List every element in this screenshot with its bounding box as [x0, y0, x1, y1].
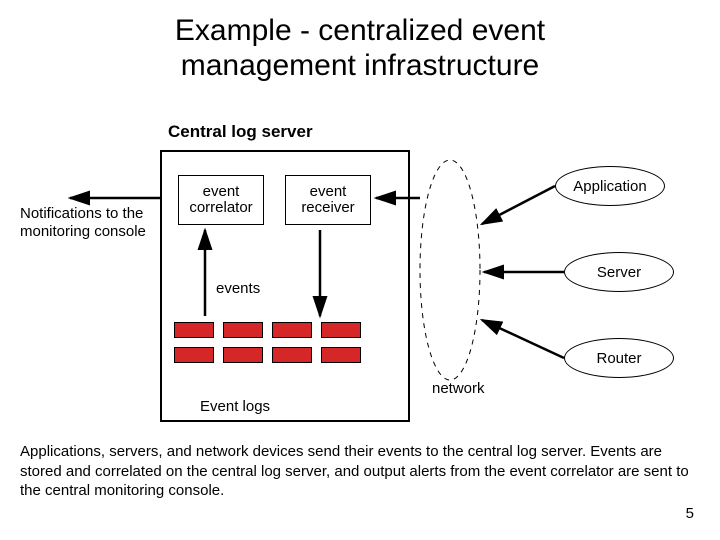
- title-line1: Example - centralized event: [175, 14, 545, 47]
- log-cell: [321, 347, 361, 363]
- log-cell: [174, 347, 214, 363]
- central-log-server-label: Central log server: [168, 122, 313, 142]
- log-cell: [223, 322, 263, 338]
- event-logs-label: Event logs: [200, 398, 270, 415]
- title-line2: management infrastructure: [181, 49, 540, 82]
- log-cell: [272, 347, 312, 363]
- server-ellipse: Server: [564, 252, 674, 292]
- events-label: events: [216, 280, 260, 297]
- application-ellipse: Application: [555, 166, 665, 206]
- arrow-router-to-network: [482, 320, 564, 358]
- event-logs-grid: [174, 322, 361, 372]
- log-cell: [174, 322, 214, 338]
- slide-title: Example - centralized event management i…: [0, 0, 720, 83]
- arrow-app-to-network: [482, 186, 555, 224]
- log-cell: [321, 322, 361, 338]
- event-receiver-box: event receiver: [285, 175, 371, 225]
- log-cell: [223, 347, 263, 363]
- footer-text: Applications, servers, and network devic…: [20, 442, 700, 501]
- network-label: network: [432, 380, 485, 397]
- notifications-label: Notifications to the monitoring console: [20, 205, 150, 241]
- event-correlator-box: event correlator: [178, 175, 264, 225]
- log-cell: [272, 322, 312, 338]
- network-ellipse-icon: [420, 160, 480, 380]
- router-ellipse: Router: [564, 338, 674, 378]
- page-number: 5: [686, 505, 694, 522]
